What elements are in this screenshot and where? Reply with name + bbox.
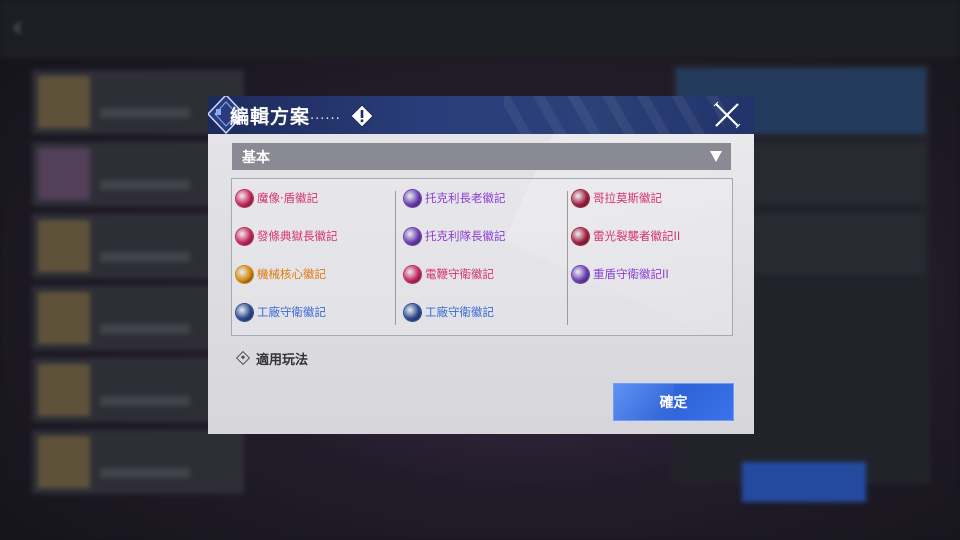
heavy-shield-emblem-icon: [572, 265, 589, 283]
emblem-item[interactable]: 托克利隊長徽記: [404, 225, 506, 247]
whip-emblem-icon: [404, 265, 421, 283]
applicable-modes-label: 適用玩法: [256, 352, 309, 368]
dragon-emblem-icon: [572, 189, 589, 207]
shield-emblem-icon: [236, 189, 253, 207]
confirm-button-label: 確定: [659, 395, 688, 411]
emblem-label: 電鞭守衛徽記: [425, 267, 494, 281]
dialog-body: 基本 魔像·盾徽記 托克利長老徽記 哥拉莫斯徽記發條典獄長徽記 托克利隊長徽記 雷光裂襲…: [208, 134, 754, 434]
emblem-label: 托克利隊長徽記: [425, 229, 506, 243]
factory-emblem-icon: [236, 303, 253, 321]
emblem-item[interactable]: 哥拉莫斯徽記: [572, 187, 662, 209]
emblem-item[interactable]: 重盾守衛徽記II: [572, 263, 669, 285]
emblem-item[interactable]: 工廠守衛徽記: [404, 301, 494, 323]
spider-emblem-icon: [404, 227, 421, 245]
warden-emblem-icon: [236, 227, 253, 245]
spider-emblem-icon: [404, 189, 421, 207]
info-icon[interactable]: [350, 104, 374, 128]
emblem-item[interactable]: 雷光裂襲者徽記II: [572, 225, 680, 247]
emblem-label: 魔像·盾徽記: [257, 191, 319, 205]
emblem-item[interactable]: 托克利長老徽記: [404, 187, 506, 209]
emblem-item[interactable]: 機械核心徽記: [236, 263, 326, 285]
emblem-label: 托克利長老徽記: [425, 191, 506, 205]
emblem-label: 發條典獄長徽記: [257, 229, 338, 243]
column-divider: [567, 191, 568, 325]
edit-plan-dialog: 編輯方案 ...... 基本 魔像·盾徽記 托克利長老徽記 哥拉莫斯徽記發條典獄長徽…: [208, 96, 754, 434]
emblem-label: 工廠守衛徽記: [257, 305, 326, 319]
emblem-item[interactable]: 發條典獄長徽記: [236, 225, 338, 247]
title-dots: ......: [310, 108, 341, 123]
column-divider: [395, 191, 396, 325]
emblem-item[interactable]: 工廠守衛徽記: [236, 301, 326, 323]
dialog-title: 編輯方案: [230, 106, 311, 128]
confirm-button[interactable]: 確定: [613, 383, 734, 421]
emblem-label: 工廠守衛徽記: [425, 305, 494, 319]
plan-select-dropdown[interactable]: 基本: [232, 143, 731, 170]
emblem-item[interactable]: 魔像·盾徽記: [236, 187, 318, 209]
dialog-header: 編輯方案 ......: [208, 96, 754, 134]
emblem-label: 哥拉莫斯徽記: [593, 191, 662, 205]
close-icon[interactable]: [712, 100, 742, 130]
applicable-modes-row[interactable]: 適用玩法: [235, 348, 309, 368]
plan-select-value: 基本: [242, 150, 270, 166]
diamond-bullet-icon: [235, 350, 251, 366]
emblem-grid: 魔像·盾徽記 托克利長老徽記 哥拉莫斯徽記發條典獄長徽記 托克利隊長徽記 雷光裂襲者徽記…: [231, 178, 733, 336]
emblem-label: 重盾守衛徽記II: [593, 267, 669, 281]
core-emblem-icon: [236, 265, 253, 283]
chevron-down-icon: [710, 151, 722, 162]
emblem-label: 機械核心徽記: [257, 267, 326, 281]
raider-emblem-icon: [572, 227, 589, 245]
emblem-item[interactable]: 電鞭守衛徽記: [404, 263, 494, 285]
emblem-label: 雷光裂襲者徽記II: [593, 229, 681, 243]
factory-emblem-icon: [404, 303, 421, 321]
